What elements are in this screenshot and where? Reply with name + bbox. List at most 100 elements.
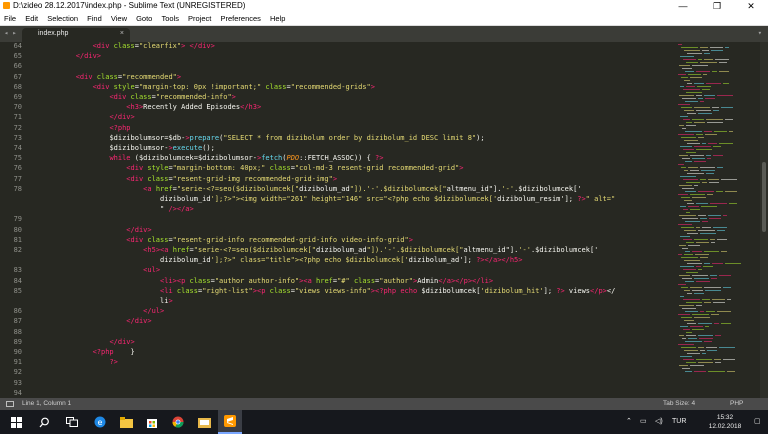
- syntax-mode[interactable]: PHP: [730, 398, 743, 410]
- editor-area[interactable]: 64 65 66 67 68 69 70 71 72 73 74 75 76 77 78 79 80 81 82 83…: [0, 42, 768, 398]
- menu-view[interactable]: View: [108, 12, 130, 25]
- line-number: 71: [13, 113, 22, 122]
- explorer-icon[interactable]: [192, 410, 216, 434]
- minimap-stroke: [681, 137, 696, 138]
- minimap-stroke: [687, 203, 694, 204]
- tab-close-icon[interactable]: ×: [120, 30, 124, 37]
- code-line[interactable]: dizibolum_id'];?>"><img width="261" heig…: [42, 195, 615, 203]
- menu-preferences[interactable]: Preferences: [217, 12, 263, 25]
- code-line[interactable]: </div>: [42, 113, 134, 121]
- minimap-stroke: [684, 80, 690, 81]
- volume-icon[interactable]: ◁): [655, 410, 663, 434]
- clock[interactable]: 15:32 12.02.2018: [700, 413, 750, 431]
- minimap-stroke: [690, 209, 700, 210]
- scrollbar-thumb[interactable]: [762, 162, 766, 232]
- code-line[interactable]: <ul>: [42, 266, 160, 274]
- menu-goto[interactable]: Goto: [133, 12, 155, 25]
- code-line[interactable]: $dizibolumsor=$db->prepare("SELECT * fro…: [42, 134, 484, 142]
- code-line[interactable]: <h5><a href="serie-<?=seo($dizibolumcek[…: [42, 246, 598, 254]
- code-line[interactable]: <div class="resent-grid-info recommended…: [42, 236, 413, 244]
- code-line[interactable]: <?php }: [42, 348, 135, 356]
- minimap-stroke: [686, 92, 702, 93]
- code-line[interactable]: dizibolum_id'];?>" class="title"><?php e…: [42, 256, 522, 264]
- menu-edit[interactable]: Edit: [22, 12, 41, 25]
- code-line[interactable]: while ($dizibolumcek=$dizibolumsor->fetc…: [42, 154, 383, 162]
- chrome-icon[interactable]: [166, 410, 190, 434]
- cursor-position: Line 1, Column 1: [22, 400, 72, 407]
- menu-selection[interactable]: Selection: [44, 12, 81, 25]
- menu-find[interactable]: Find: [84, 12, 105, 25]
- minimap-stroke: [701, 170, 715, 171]
- code-line[interactable]: </div>: [42, 338, 134, 346]
- code-line[interactable]: ?>: [42, 358, 117, 366]
- notifications-icon[interactable]: ▢: [754, 410, 761, 434]
- minimap-stroke: [679, 275, 690, 276]
- sublime-icon[interactable]: [218, 410, 242, 434]
- panel-toggle-icon[interactable]: [6, 401, 14, 407]
- maximize-button[interactable]: ❐: [700, 0, 734, 12]
- code-line[interactable]: <li><p class="author author-info"><a hre…: [42, 277, 493, 285]
- minimap-stroke: [690, 326, 703, 327]
- file-explorer-icon[interactable]: [114, 410, 138, 434]
- minimap[interactable]: [676, 42, 758, 398]
- windows-taskbar: e ⌃ ▭ ◁) TUR 15:32 12.02.2018 ▢: [0, 410, 768, 434]
- minimap-stroke: [698, 347, 704, 348]
- minimap-stroke: [681, 287, 688, 288]
- code-line[interactable]: <div class="recommended-info">: [42, 93, 235, 101]
- minimap-stroke: [683, 239, 692, 240]
- tray-chevron-icon[interactable]: ⌃: [626, 410, 632, 434]
- code-line[interactable]: <div style="margin-top: 0px !important;"…: [42, 83, 375, 91]
- search-icon[interactable]: [32, 410, 56, 434]
- menu-help[interactable]: Help: [267, 12, 288, 25]
- code-line[interactable]: $dizibolumsor->execute();: [42, 144, 214, 152]
- language-indicator[interactable]: TUR: [672, 410, 686, 434]
- minimap-stroke: [717, 230, 725, 231]
- line-number: 83: [13, 266, 22, 275]
- code-line[interactable]: <?php: [42, 124, 130, 132]
- code-line[interactable]: <div class="resent-grid-img recommended-…: [42, 175, 337, 183]
- windows-logo-icon[interactable]: [4, 410, 28, 434]
- minimize-button[interactable]: —: [666, 0, 700, 12]
- edge-icon[interactable]: e: [88, 410, 112, 434]
- minimap-stroke: [688, 167, 698, 168]
- close-button[interactable]: ✕: [734, 0, 768, 12]
- code-line[interactable]: </ul>: [42, 307, 164, 315]
- menu-file[interactable]: File: [1, 12, 19, 25]
- code-line[interactable]: <a href="serie-<?=seo($dizibolumcek["diz…: [42, 185, 581, 193]
- tab-scroll-arrows-icon[interactable]: ◂ ▸: [4, 29, 17, 37]
- minimap-stroke: [702, 89, 710, 90]
- tab-dropdown-icon[interactable]: ▾: [758, 29, 762, 37]
- minimap-stroke: [696, 134, 703, 135]
- menu-project[interactable]: Project: [185, 12, 214, 25]
- minimap-stroke: [685, 251, 690, 252]
- code-line[interactable]: <div style="margin-bottom: 40px;" class=…: [42, 164, 463, 172]
- task-view-icon[interactable]: [60, 410, 84, 434]
- minimap-stroke: [723, 83, 729, 84]
- vertical-scrollbar[interactable]: [760, 42, 768, 398]
- minimap-stroke: [706, 311, 715, 312]
- code-line[interactable]: </div>: [42, 52, 101, 60]
- network-icon[interactable]: ▭: [640, 410, 647, 434]
- code-line[interactable]: <div class="recommended">: [42, 73, 181, 81]
- menu-tools[interactable]: Tools: [158, 12, 182, 25]
- tab-size[interactable]: Tab Size: 4: [663, 398, 695, 410]
- minimap-stroke: [704, 95, 715, 96]
- tab-index-php[interactable]: index.php ×: [22, 28, 130, 42]
- minimap-stroke: [687, 233, 698, 234]
- code-line[interactable]: " /></a>: [42, 205, 194, 213]
- code-line[interactable]: <h3>Recently Added Episodes</h3>: [42, 103, 261, 111]
- code-line[interactable]: </div>: [42, 226, 151, 234]
- minimap-stroke: [700, 62, 717, 63]
- code-line[interactable]: <li class="right-list"><p class="views v…: [42, 287, 615, 295]
- minimap-stroke: [686, 212, 690, 213]
- code-line[interactable]: li>: [42, 297, 173, 305]
- store-icon[interactable]: [140, 410, 164, 434]
- minimap-stroke: [696, 203, 708, 204]
- minimap-stroke: [687, 113, 696, 114]
- code-view[interactable]: <div class="clearfix"> </div> </div> <di…: [42, 42, 682, 398]
- minimap-stroke: [698, 191, 714, 192]
- code-line[interactable]: <div class="clearfix"> </div>: [42, 42, 215, 50]
- code-line[interactable]: </div>: [42, 317, 151, 325]
- minimap-stroke: [694, 185, 698, 186]
- minimap-stroke: [692, 275, 708, 276]
